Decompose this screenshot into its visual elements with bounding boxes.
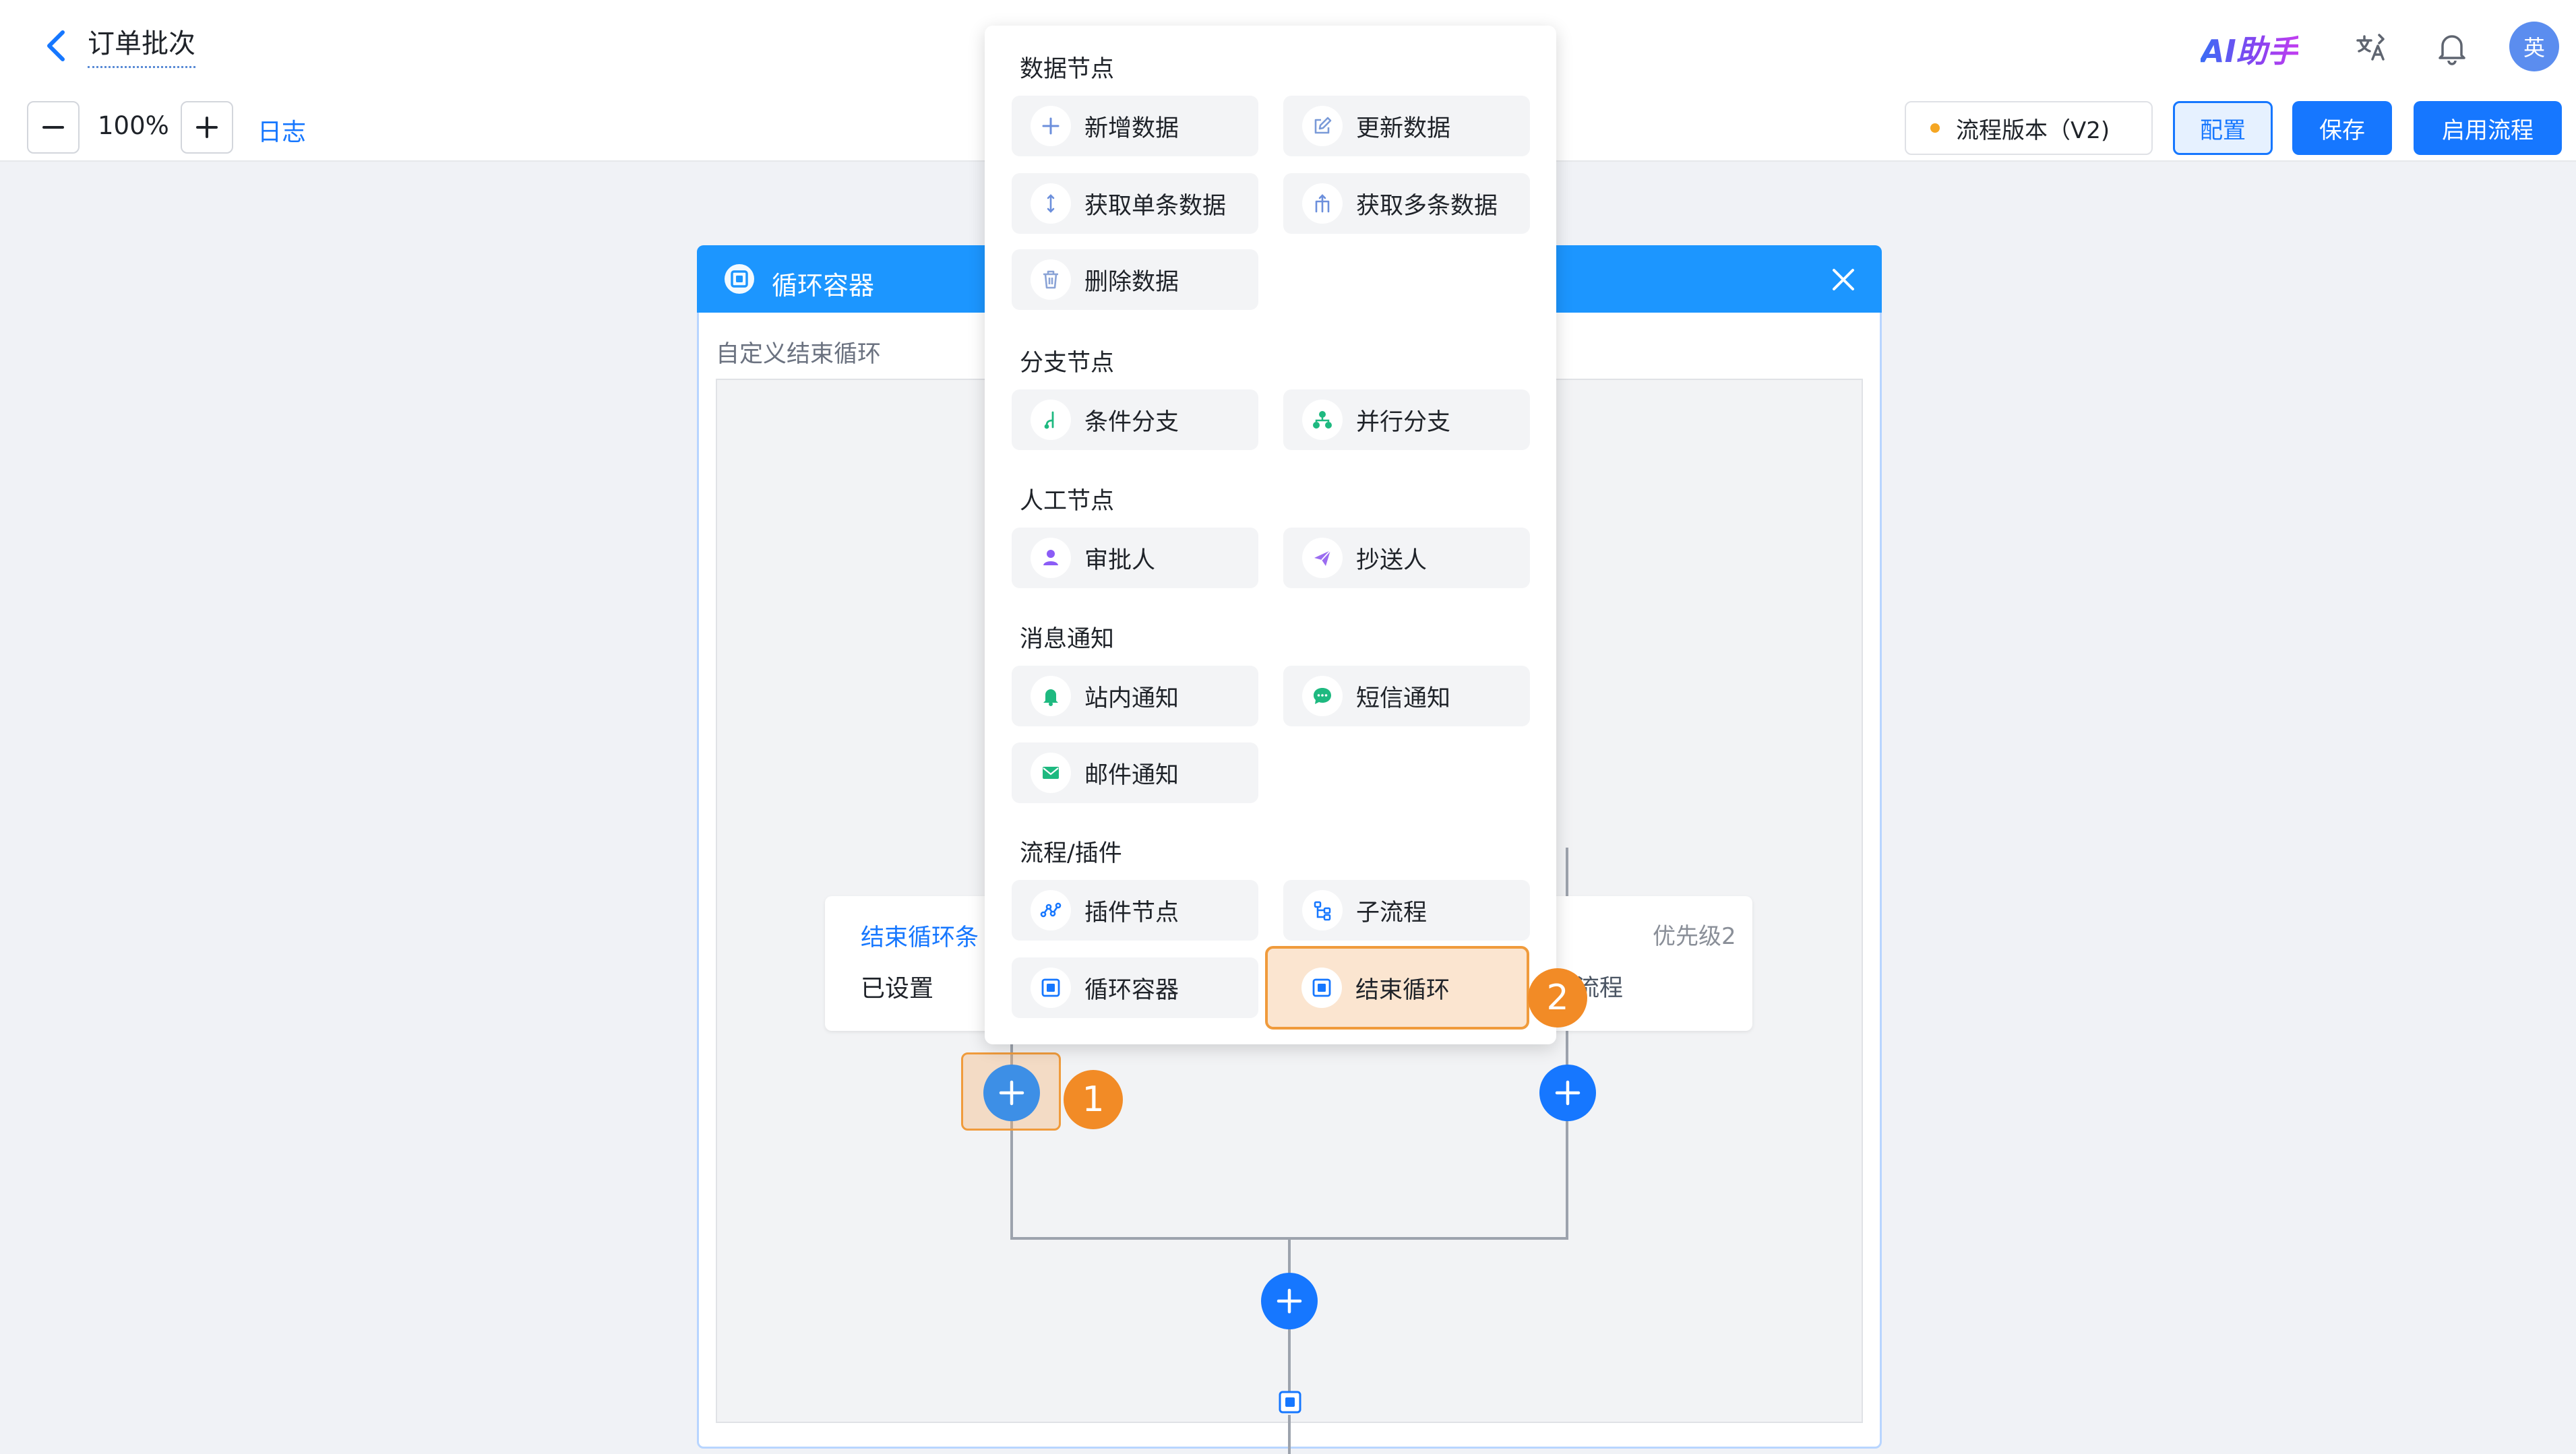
node-type-menu: 数据节点 新增数据 更新数据 获取单条数据 获取多条数据 删除数据 分支节点 条… [985, 26, 1556, 1044]
avatar[interactable]: 英 [2509, 22, 2559, 71]
page-title[interactable]: 订单批次 [88, 22, 195, 68]
connector-line [1566, 848, 1568, 896]
version-label: 流程版本（V2) [1956, 117, 2110, 144]
multi-arrow-icon [1302, 183, 1343, 224]
step-badge-2: 2 [1528, 968, 1587, 1028]
menu-item-site-notice[interactable]: 站内通知 [1012, 666, 1258, 726]
zoom-level: 100% [98, 111, 169, 140]
translate-icon[interactable] [2352, 30, 2390, 67]
ai-assistant-logo[interactable]: AI助手 [2201, 27, 2298, 71]
menu-item-label: 新增数据 [1084, 115, 1179, 142]
add-node-button[interactable] [1539, 1065, 1596, 1121]
send-icon [1302, 538, 1343, 578]
user-icon [1031, 538, 1071, 578]
enable-flow-button[interactable]: 启用流程 [2414, 101, 2562, 155]
log-link[interactable]: 日志 [257, 113, 306, 148]
single-arrow-icon [1031, 183, 1071, 224]
menu-item-loop-container[interactable]: 循环容器 [1012, 957, 1258, 1018]
menu-item-subflow[interactable]: 子流程 [1283, 880, 1530, 941]
add-node-button[interactable] [1261, 1273, 1318, 1329]
menu-item-get-single-data[interactable]: 获取单条数据 [1012, 173, 1258, 234]
add-node-button[interactable] [983, 1065, 1040, 1121]
menu-item-label: 循环容器 [1084, 976, 1179, 1004]
menu-item-label: 子流程 [1356, 899, 1428, 926]
menu-item-delete-data[interactable]: 删除数据 [1012, 249, 1258, 310]
menu-item-label: 条件分支 [1084, 408, 1179, 436]
menu-item-label: 短信通知 [1356, 685, 1451, 712]
menu-item-label: 抄送人 [1356, 546, 1428, 574]
bell-icon [1031, 676, 1071, 716]
menu-item-label: 站内通知 [1084, 685, 1179, 712]
step-badge-1: 1 [1064, 1070, 1123, 1129]
connector-line [1566, 1031, 1568, 1240]
menu-item-end-loop[interactable]: 结束循环 [1265, 946, 1529, 1030]
condition-branch-icon [1031, 400, 1071, 440]
menu-item-get-multiple-data[interactable]: 获取多条数据 [1283, 173, 1530, 234]
parallel-branch-icon [1302, 400, 1343, 440]
menu-item-label: 结束循环 [1355, 976, 1450, 1004]
menu-item-label: 删除数据 [1084, 268, 1179, 296]
loop-container-icon [723, 263, 756, 295]
section-title-branch: 分支节点 [1020, 350, 1115, 377]
menu-item-update-data[interactable]: 更新数据 [1283, 96, 1530, 156]
menu-item-condition-branch[interactable]: 条件分支 [1012, 389, 1258, 450]
subflow-icon [1302, 890, 1343, 930]
menu-item-label: 更新数据 [1356, 115, 1451, 142]
branch-status: 已设置 [861, 975, 934, 1003]
version-status-dot [1930, 123, 1940, 133]
edit-icon [1302, 106, 1343, 146]
end-loop-icon [1301, 968, 1342, 1008]
plugin-icon [1031, 890, 1071, 930]
chat-icon [1302, 676, 1343, 716]
section-title-data: 数据节点 [1020, 56, 1115, 83]
close-icon[interactable] [1828, 264, 1859, 295]
branch-priority: 优先级2 [1653, 923, 1736, 950]
branch-title: 结束循环条 [861, 924, 979, 951]
menu-item-sms-notice[interactable]: 短信通知 [1283, 666, 1530, 726]
zoom-out-button[interactable] [27, 101, 80, 154]
loop-end-icon [1278, 1390, 1302, 1414]
section-title-notification: 消息通知 [1020, 626, 1115, 653]
bell-icon[interactable] [2432, 27, 2472, 67]
menu-item-label: 并行分支 [1356, 408, 1451, 436]
zoom-in-button[interactable] [181, 101, 233, 154]
connector-line [1288, 1415, 1291, 1454]
menu-item-parallel-branch[interactable]: 并行分支 [1283, 389, 1530, 450]
loop-container-subtitle: 自定义结束循环 [716, 341, 882, 368]
config-button[interactable]: 配置 [2173, 101, 2273, 155]
loop-container-title: 循环容器 [772, 271, 875, 301]
menu-item-label: 插件节点 [1084, 899, 1179, 926]
version-select[interactable]: 流程版本（V2) [1905, 101, 2153, 155]
menu-item-label: 获取单条数据 [1084, 192, 1227, 220]
menu-item-approver[interactable]: 审批人 [1012, 528, 1258, 588]
section-title-manual: 人工节点 [1020, 488, 1115, 515]
section-title-flow-plugin: 流程/插件 [1020, 840, 1122, 867]
trash-icon [1031, 259, 1071, 300]
menu-item-add-data[interactable]: 新增数据 [1012, 96, 1258, 156]
menu-item-label: 邮件通知 [1084, 761, 1179, 789]
loop-container-icon [1031, 968, 1071, 1008]
save-button[interactable]: 保存 [2292, 101, 2392, 155]
back-arrow-icon[interactable] [37, 26, 78, 66]
menu-item-cc[interactable]: 抄送人 [1283, 528, 1530, 588]
menu-item-plugin-node[interactable]: 插件节点 [1012, 880, 1258, 941]
plus-icon [1031, 106, 1071, 146]
menu-item-mail-notice[interactable]: 邮件通知 [1012, 742, 1258, 803]
menu-item-label: 审批人 [1084, 546, 1156, 574]
mail-icon [1031, 753, 1071, 793]
menu-item-label: 获取多条数据 [1356, 192, 1498, 220]
